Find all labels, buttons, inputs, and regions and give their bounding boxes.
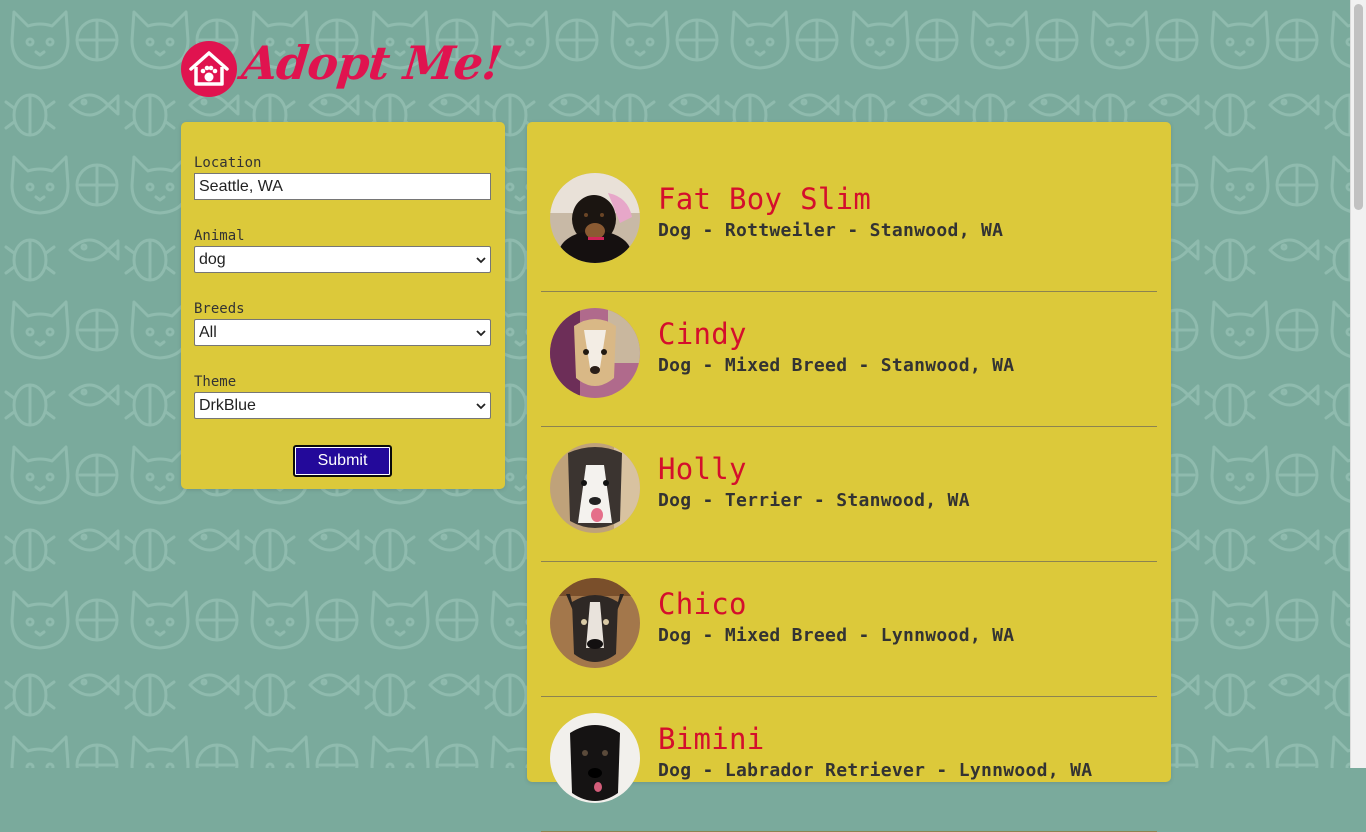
pet-info: Dog - Mixed Breed - Lynnwood, WA bbox=[658, 625, 1015, 646]
pet-info: Dog - Rottweiler - Stanwood, WA bbox=[658, 220, 1004, 241]
theme-label: Theme bbox=[194, 374, 237, 390]
animal-select-value: dog bbox=[199, 251, 226, 268]
theme-field-group: Theme DrkBlue bbox=[194, 374, 491, 419]
pet-card[interactable]: Fat Boy Slim Dog - Rottweiler - Stanwood… bbox=[541, 157, 1157, 292]
pet-card[interactable]: Cindy Dog - Mixed Breed - Stanwood, WA bbox=[541, 292, 1157, 427]
theme-select[interactable]: DrkBlue bbox=[194, 392, 491, 419]
pet-name: Chico bbox=[658, 587, 747, 621]
pet-photo-mixed-breed bbox=[550, 578, 640, 668]
chevron-down-icon bbox=[476, 257, 486, 264]
pet-card[interactable]: Holly Dog - Terrier - Stanwood, WA bbox=[541, 427, 1157, 562]
location-input[interactable] bbox=[194, 173, 491, 200]
search-form: Location Animal dog Breeds All Theme Drk… bbox=[181, 122, 505, 489]
breeds-field-group: Breeds All bbox=[194, 301, 491, 346]
breeds-label: Breeds bbox=[194, 301, 245, 317]
results-list: Fat Boy Slim Dog - Rottweiler - Stanwood… bbox=[527, 122, 1171, 832]
pet-photo-labrador bbox=[550, 713, 640, 803]
animal-label: Animal bbox=[194, 228, 245, 244]
animal-field-group: Animal dog bbox=[194, 228, 491, 273]
pet-name: Cindy bbox=[658, 317, 747, 351]
house-paw-logo-icon bbox=[181, 41, 237, 97]
theme-select-value: DrkBlue bbox=[199, 397, 256, 414]
pet-name: Fat Boy Slim bbox=[658, 182, 872, 216]
breeds-select-value: All bbox=[199, 324, 217, 341]
pet-info: Dog - Mixed Breed - Stanwood, WA bbox=[658, 355, 1015, 376]
pet-info: Dog - Labrador Retriever - Lynnwood, WA bbox=[658, 760, 1093, 781]
chevron-down-icon bbox=[476, 403, 486, 410]
pet-name: Holly bbox=[658, 452, 747, 486]
submit-button[interactable]: Submit bbox=[293, 445, 392, 477]
logo-text: Adopt Me! bbox=[239, 36, 505, 90]
pet-card[interactable]: Chico Dog - Mixed Breed - Lynnwood, WA bbox=[541, 562, 1157, 697]
home-link[interactable]: Adopt Me! bbox=[180, 36, 504, 110]
animal-select[interactable]: dog bbox=[194, 246, 491, 273]
scrollbar-thumb[interactable] bbox=[1354, 4, 1363, 210]
site-header: Adopt Me! bbox=[180, 36, 504, 110]
pet-info: Dog - Terrier - Stanwood, WA bbox=[658, 490, 970, 511]
pet-photo-mixed-breed bbox=[550, 308, 640, 398]
pet-card[interactable]: Bimini Dog - Labrador Retriever - Lynnwo… bbox=[541, 697, 1157, 832]
pet-photo-terrier bbox=[550, 443, 640, 533]
breeds-select[interactable]: All bbox=[194, 319, 491, 346]
pet-photo-rottweiler bbox=[550, 173, 640, 263]
location-label: Location bbox=[194, 155, 262, 171]
page-scrollbar[interactable] bbox=[1350, 0, 1366, 768]
chevron-down-icon bbox=[476, 330, 486, 337]
location-field-group: Location bbox=[194, 155, 491, 200]
pet-name: Bimini bbox=[658, 722, 765, 756]
